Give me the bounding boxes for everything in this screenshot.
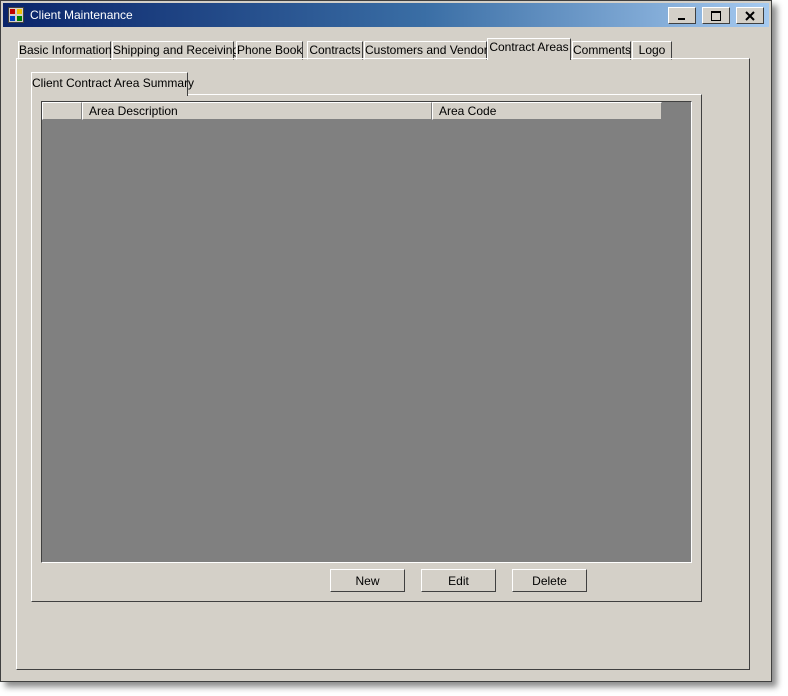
edit-button[interactable]: Edit — [421, 569, 496, 592]
row-selector-header[interactable] — [42, 102, 82, 120]
app-icon — [8, 7, 24, 23]
window-title: Client Maintenance — [30, 8, 133, 22]
column-header-area-description[interactable]: Area Description — [82, 102, 432, 120]
new-button[interactable]: New — [330, 569, 405, 592]
title-bar[interactable]: Client Maintenance — [3, 3, 769, 27]
grid-header: Area Description Area Code — [42, 102, 662, 120]
close-button[interactable] — [736, 7, 764, 24]
maximize-button[interactable] — [702, 7, 730, 24]
delete-button[interactable]: Delete — [512, 569, 587, 592]
maximize-icon — [711, 10, 721, 21]
tab-contract-areas[interactable]: Contract Areas — [487, 38, 571, 60]
tab-client-contract-area-summary[interactable]: Client Contract Area Summary — [31, 72, 194, 96]
minimize-icon — [677, 11, 687, 21]
minimize-button[interactable] — [668, 7, 696, 24]
column-header-area-code[interactable]: Area Code — [432, 102, 662, 120]
close-icon — [745, 10, 755, 21]
contract-areas-grid[interactable]: Area Description Area Code — [41, 101, 692, 563]
